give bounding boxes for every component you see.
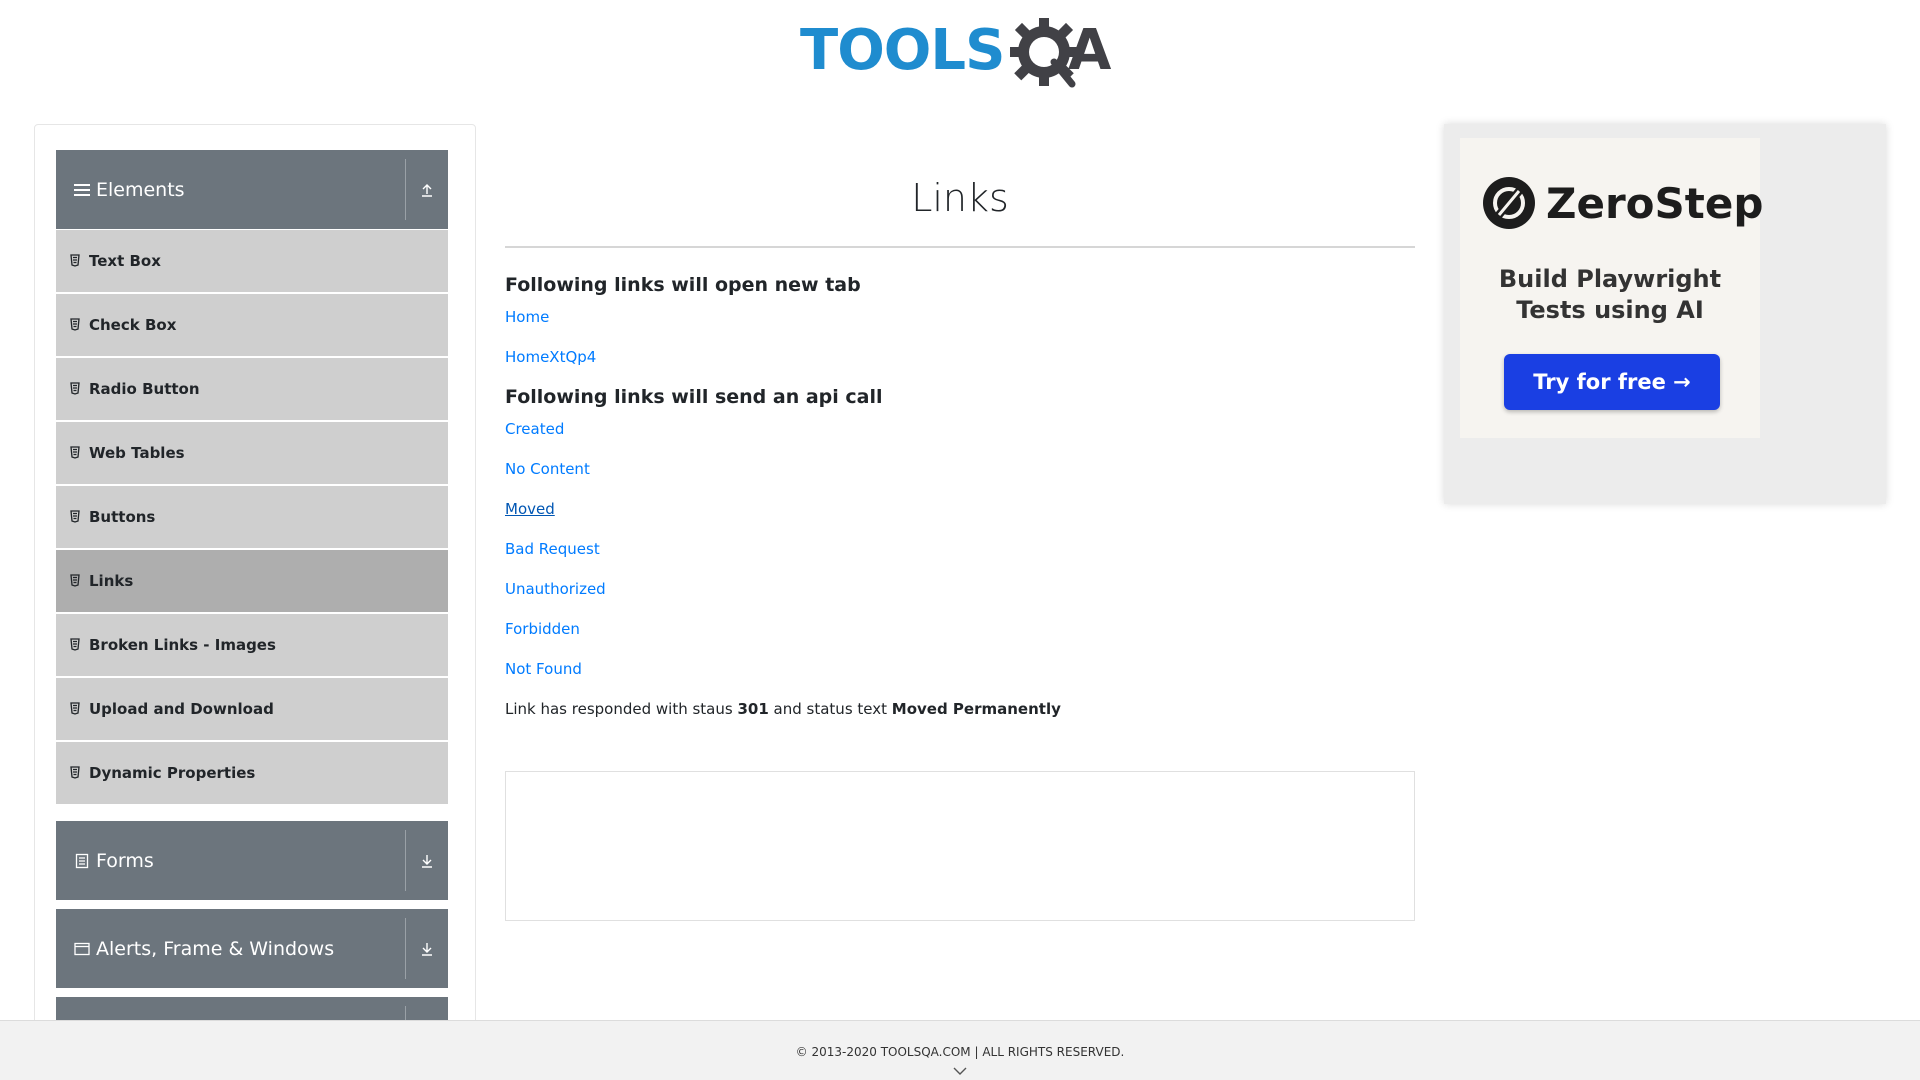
link-no-content[interactable]: No Content (505, 460, 590, 478)
chevron-down-icon[interactable] (950, 1065, 970, 1077)
item-label: Upload and Download (89, 700, 274, 718)
item-label: Broken Links - Images (89, 636, 276, 654)
sidebar-item-dynamic-properties[interactable]: Dynamic Properties (56, 742, 448, 804)
item-label: Dynamic Properties (89, 764, 256, 782)
response-status-code: 301 (737, 700, 769, 718)
group-header-alerts-frame-windows[interactable]: Alerts, Frame & Windows (56, 909, 448, 988)
sidebar-item-broken-links-images[interactable]: Broken Links - Images (56, 614, 448, 676)
page-title: Links (911, 176, 1009, 220)
item-icon (70, 574, 82, 588)
group-label: Alerts, Frame & Windows (96, 937, 335, 960)
ad-placeholder-box (505, 771, 1415, 921)
link-response: Link has responded with staus 301 and st… (505, 700, 1061, 718)
sidebar-item-text-box[interactable]: Text Box (56, 230, 448, 292)
group-header-elements[interactable]: Elements (56, 150, 448, 229)
link-not-found[interactable]: Not Found (505, 660, 582, 678)
collapse-arrow-icon[interactable] (406, 183, 448, 197)
sidebar-item-buttons[interactable]: Buttons (56, 486, 448, 548)
group-header-forms[interactable]: Forms (56, 821, 448, 900)
item-icon (70, 382, 82, 396)
group-label: Elements (96, 178, 185, 201)
item-icon (70, 510, 82, 524)
expand-arrow-icon[interactable] (406, 854, 448, 868)
api-call-heading: Following links will send an api call (505, 386, 883, 408)
toolsqa-logo[interactable]: TOOLS A (800, 14, 1130, 94)
item-label: Radio Button (89, 380, 200, 398)
ad-tagline-line1: Build Playwright (1498, 265, 1722, 293)
group-label: Forms (96, 849, 154, 872)
sidebar-item-check-box[interactable]: Check Box (56, 294, 448, 356)
response-status-text: Moved Permanently (891, 700, 1061, 718)
expand-arrow-icon[interactable] (406, 942, 448, 956)
form-icon (72, 851, 92, 871)
item-icon (70, 638, 82, 652)
zerostep-logo-icon (1483, 177, 1535, 229)
response-middle: and status text (768, 700, 892, 718)
link-home[interactable]: Home (505, 308, 549, 326)
try-for-free-button[interactable]: Try for free → (1504, 354, 1720, 410)
window-icon (72, 939, 92, 959)
footer: © 2013-2020 TOOLSQA.COM | ALL RIGHTS RES… (0, 1020, 1920, 1080)
item-label: Check Box (89, 316, 177, 334)
ad-brand-name: ZeroStep (1546, 178, 1764, 228)
link-forbidden[interactable]: Forbidden (505, 620, 580, 638)
sidebar-item-web-tables[interactable]: Web Tables (56, 422, 448, 484)
footer-copyright: © 2013-2020 TOOLSQA.COM | ALL RIGHTS RES… (795, 1045, 1125, 1059)
title-divider (505, 246, 1415, 248)
sidebar-item-links[interactable]: Links (56, 550, 448, 612)
item-label: Buttons (89, 508, 156, 526)
link-created[interactable]: Created (505, 420, 564, 438)
logo-letter-a: A (1068, 18, 1112, 83)
ad-tagline: Build Playwright Tests using AI (1460, 264, 1760, 326)
sidebar: Elements Text Box Check Box Radio Button… (34, 124, 476, 1046)
item-icon (70, 318, 82, 332)
item-icon (70, 254, 82, 268)
item-icon (70, 446, 82, 460)
link-bad-request[interactable]: Bad Request (505, 540, 600, 558)
response-prefix: Link has responded with staus (505, 700, 738, 718)
item-icon (70, 766, 82, 780)
item-icon (70, 702, 82, 716)
zerostep-ad[interactable]: ZeroStep Build Playwright Tests using AI… (1444, 124, 1886, 504)
sidebar-item-upload-and-download[interactable]: Upload and Download (56, 678, 448, 740)
link-home-dynamic[interactable]: HomeXtQp4 (505, 348, 596, 366)
item-label: Links (89, 572, 134, 590)
link-moved[interactable]: Moved (505, 500, 555, 518)
ad-brand: ZeroStep (1482, 176, 1763, 230)
item-label: Text Box (89, 252, 161, 270)
hamburger-icon (72, 180, 92, 200)
ad-tagline-line2: Tests using AI (1516, 296, 1704, 324)
item-label: Web Tables (89, 444, 185, 462)
ad-card: ZeroStep Build Playwright Tests using AI… (1460, 138, 1763, 438)
elements-menu: Text Box Check Box Radio Button Web Tabl… (56, 230, 448, 806)
sidebar-item-radio-button[interactable]: Radio Button (56, 358, 448, 420)
new-tab-heading: Following links will open new tab (505, 274, 861, 296)
link-unauthorized[interactable]: Unauthorized (505, 580, 606, 598)
logo-text: TOOLS (800, 18, 1005, 83)
